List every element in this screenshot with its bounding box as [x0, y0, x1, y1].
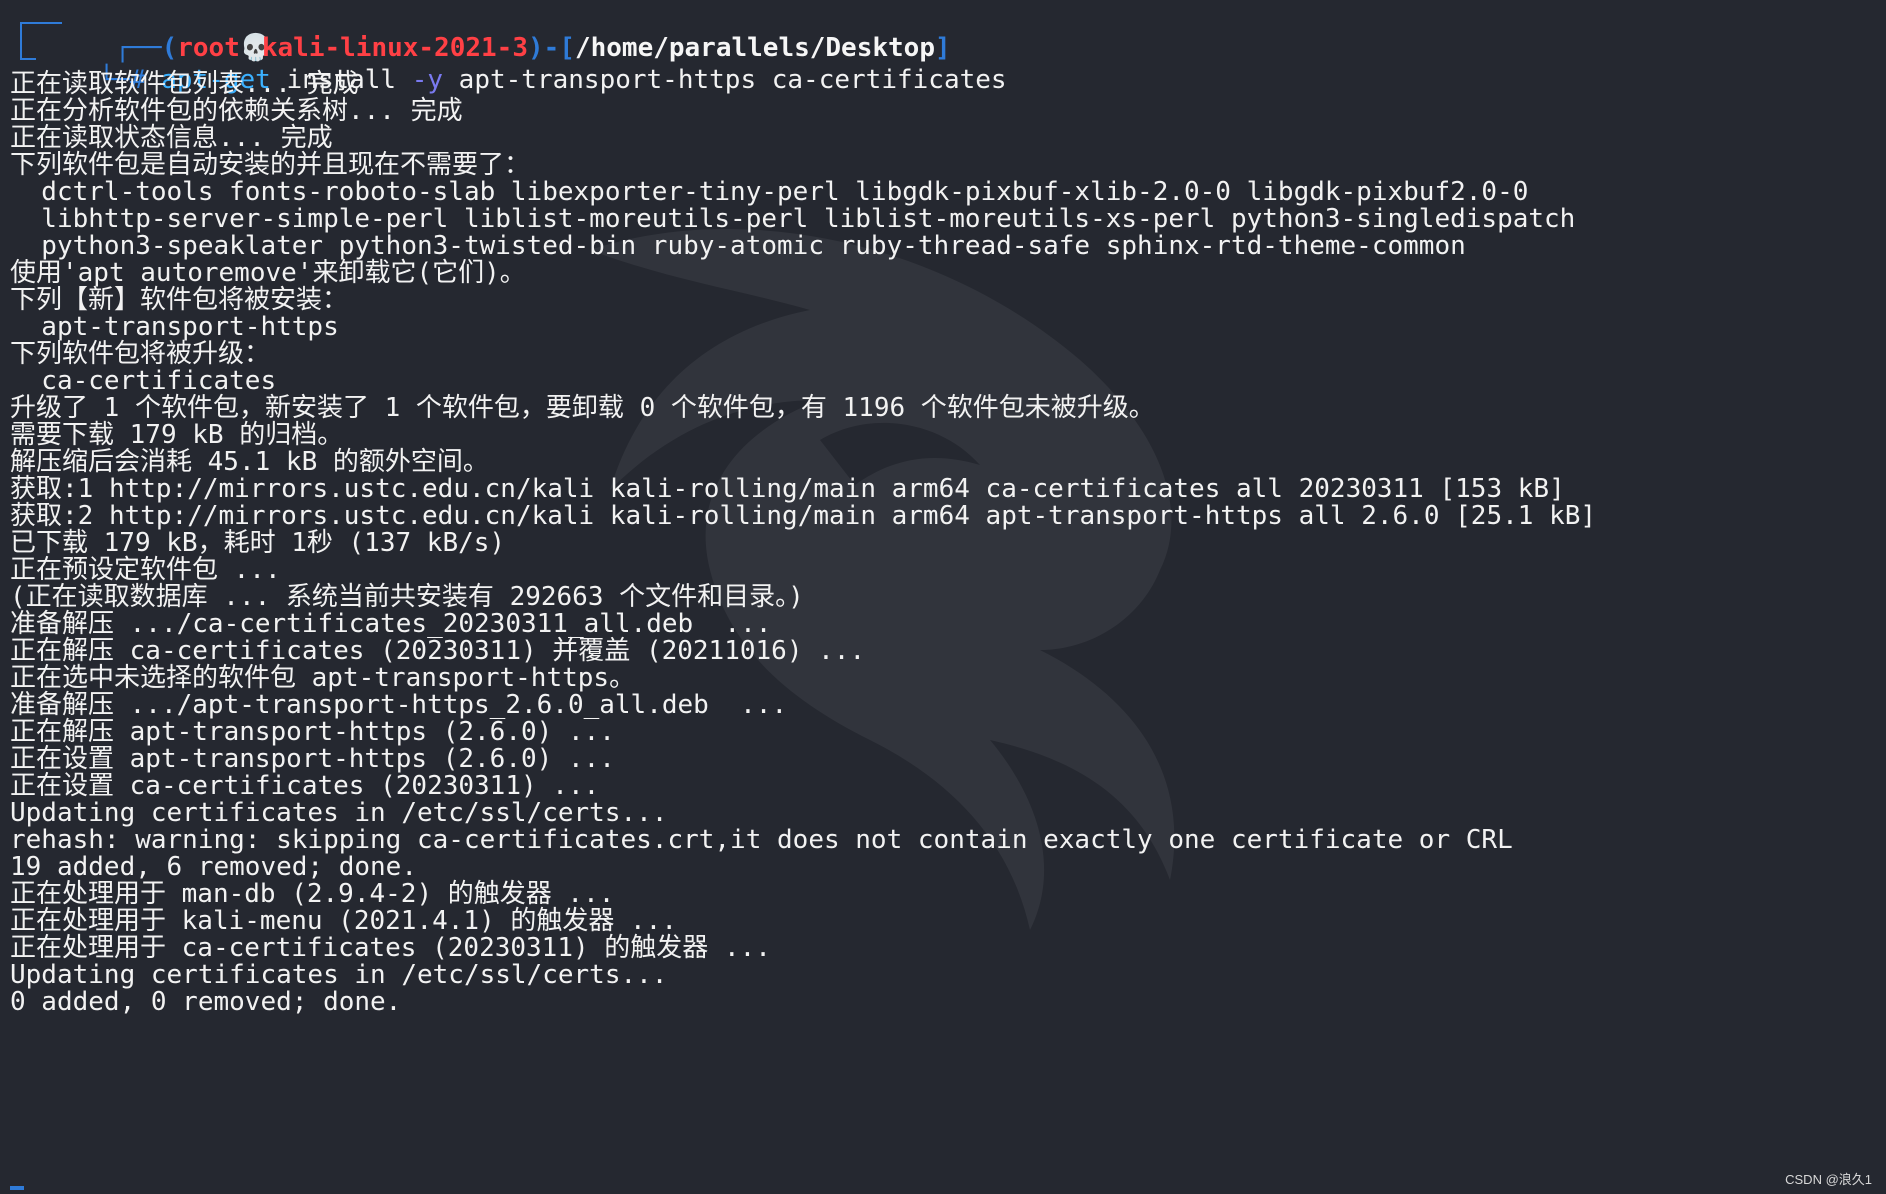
output-line: 下列【新】软件包将被安装： [10, 285, 349, 315]
output-line: 正在处理用于 man-db (2.9.4-2) 的触发器 ... [10, 879, 615, 909]
output-line: Updating certificates in /etc/ssl/certs.… [10, 960, 668, 990]
output-line: dctrl-tools fonts-roboto-slab libexporte… [10, 177, 1529, 207]
output-line: 19 added, 6 removed; done. [10, 852, 417, 882]
output-line: ca-certificates [10, 366, 277, 396]
output-line: 升级了 1 个软件包，新安装了 1 个软件包，要卸载 0 个软件包，有 1196… [10, 393, 1155, 423]
output-line: 需要下载 179 kB 的归档。 [10, 420, 344, 450]
terminal-window[interactable]: ┌──(root💀kali-linux-2021-3)-[/home/paral… [0, 0, 1886, 1194]
output-line: 正在处理用于 kali-menu (2021.4.1) 的触发器 ... [10, 906, 677, 936]
output-line: (正在读取数据库 ... 系统当前共安装有 292663 个文件和目录。) [10, 582, 804, 612]
output-line: 正在选中未选择的软件包 apt-transport-https。 [10, 663, 636, 693]
output-line: 准备解压 .../ca-certificates_20230311_all.de… [10, 609, 772, 639]
output-line: 正在设置 apt-transport-https (2.6.0) ... [10, 744, 615, 774]
output-line: 正在分析软件包的依赖关系树... 完成 [10, 96, 463, 126]
watermark-text: CSDN @浪久1 [1785, 1172, 1872, 1187]
command-flag: -y [411, 65, 444, 95]
command-line[interactable]: └─# apt-get install -y apt-transport-htt… [36, 38, 1007, 94]
output-line: 0 added, 0 removed; done. [10, 987, 402, 1017]
output-line: 准备解压 .../apt-transport-https_2.6.0_all.d… [10, 690, 788, 720]
output-line: 正在读取状态信息... 完成 [10, 123, 333, 153]
output-line: 使用'apt autoremove'来卸载它(它们)。 [10, 258, 526, 288]
output-line: 正在处理用于 ca-certificates (20230311) 的触发器 .… [10, 933, 771, 963]
output-line: 正在解压 ca-certificates (20230311) 并覆盖 (202… [10, 636, 866, 666]
prompt-corner-left [20, 22, 22, 60]
output-line: apt-transport-https [10, 312, 339, 342]
output-line: 正在设置 ca-certificates (20230311) ... [10, 771, 600, 801]
output-line: 下列软件包将被升级： [10, 339, 271, 369]
output-line: 正在解压 apt-transport-https (2.6.0) ... [10, 717, 615, 747]
terminal-cursor [10, 1186, 24, 1190]
output-line: 解压缩后会消耗 45.1 kB 的额外空间。 [10, 447, 489, 477]
output-line: 获取:2 http://mirrors.ustc.edu.cn/kali kal… [10, 501, 1597, 531]
output-line: libhttp-server-simple-perl liblist-moreu… [10, 204, 1576, 234]
shell-prompt: ┌──(root💀kali-linux-2021-3)-[/home/paral… [52, 6, 951, 62]
output-line: 下列软件包是自动安装的并且现在不需要了： [10, 150, 531, 180]
prompt-corner-bottom [20, 58, 36, 60]
command-args-2: apt-transport-https ca-certificates [443, 65, 1007, 95]
output-line: rehash: warning: skipping ca-certificate… [10, 825, 1513, 855]
output-line: 获取:1 http://mirrors.ustc.edu.cn/kali kal… [10, 474, 1565, 504]
output-line: 正在预设定软件包 ... [10, 555, 281, 585]
output-line: 正在读取软件包列表... 完成 [10, 69, 359, 99]
output-line: python3-speaklater python3-twisted-bin r… [10, 231, 1466, 261]
output-line: Updating certificates in /etc/ssl/certs.… [10, 798, 668, 828]
output-line: 已下载 179 kB，耗时 1秒 (137 kB/s) [10, 528, 506, 558]
